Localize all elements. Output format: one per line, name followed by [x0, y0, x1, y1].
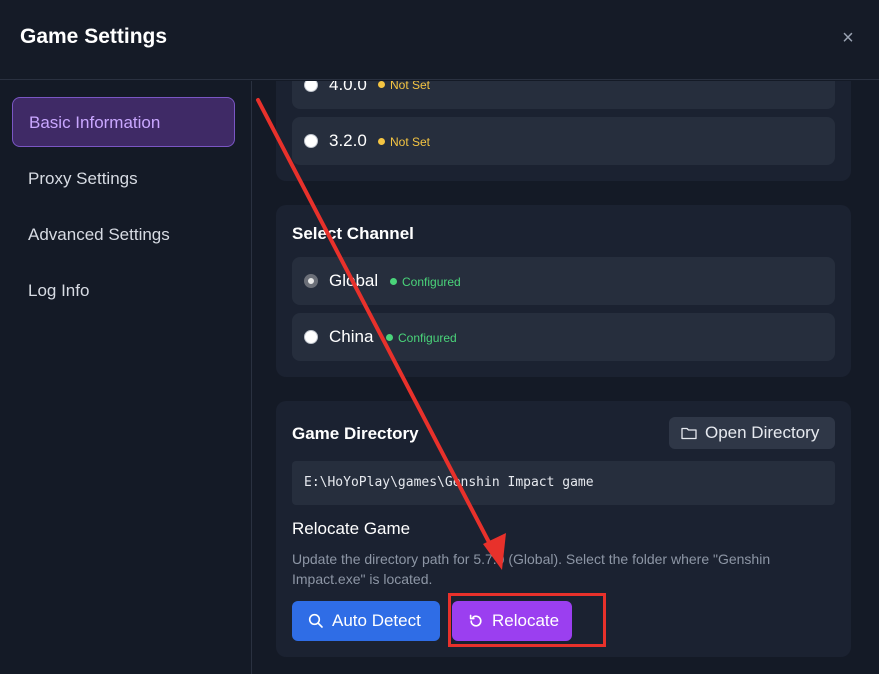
version-radio-4-0-0[interactable]	[304, 81, 318, 92]
channel-radio-global[interactable]	[304, 274, 318, 288]
open-directory-button[interactable]: Open Directory	[669, 417, 835, 449]
auto-detect-button[interactable]: Auto Detect	[292, 601, 440, 641]
channel-label: Global	[329, 271, 379, 290]
relocate-description: Update the directory path for 5.7.0 (Glo…	[292, 551, 771, 587]
dialog-title: Game Settings	[20, 25, 168, 48]
channel-label: China	[329, 327, 374, 346]
sidebar-item-log-info[interactable]: Log Info	[12, 266, 235, 316]
version-radio-3-2-0[interactable]	[304, 134, 318, 148]
folder-icon	[681, 427, 697, 440]
search-icon	[308, 613, 323, 628]
version-option-3-2-0[interactable]: 3.2.0 Not Set	[292, 117, 835, 165]
status-badge: Not Set	[378, 135, 430, 149]
status-badge: Configured	[390, 275, 461, 289]
sidebar-item-advanced-settings[interactable]: Advanced Settings	[12, 210, 235, 260]
channel-option-china[interactable]: China Configured	[292, 313, 835, 361]
relocate-label: Relocate	[492, 611, 560, 630]
version-label: 4.0.0	[329, 81, 367, 94]
directory-title: Game Directory	[292, 424, 419, 443]
status-badge: Configured	[386, 331, 457, 345]
sidebar-item-basic-information[interactable]: Basic Information	[12, 97, 235, 147]
version-card: 4.0.0 Not Set 3.2.0 Not Set	[276, 81, 851, 181]
settings-sidebar: Basic Information Proxy Settings Advance…	[0, 81, 252, 674]
channel-radio-china[interactable]	[304, 330, 318, 344]
status-badge: Not Set	[378, 81, 430, 92]
close-icon[interactable]: ×	[836, 26, 860, 50]
directory-card: Game Directory Open Directory E:\HoYoPla…	[276, 401, 851, 657]
relocate-button[interactable]: Relocate	[452, 601, 572, 641]
sidebar-item-proxy-settings[interactable]: Proxy Settings	[12, 154, 235, 204]
relocate-title: Relocate Game	[292, 519, 411, 538]
channel-title: Select Channel	[292, 224, 414, 243]
version-label: 3.2.0	[329, 131, 367, 150]
version-option-4-0-0[interactable]: 4.0.0 Not Set	[292, 81, 835, 109]
dialog-header: Game Settings ×	[0, 0, 879, 80]
channel-option-global[interactable]: Global Configured	[292, 257, 835, 305]
settings-content[interactable]: 4.0.0 Not Set 3.2.0 Not Set Select Chann…	[253, 81, 879, 674]
auto-detect-label: Auto Detect	[332, 611, 421, 630]
refresh-icon	[469, 614, 482, 627]
open-directory-label: Open Directory	[705, 423, 820, 442]
game-path-field: E:\HoYoPlay\games\Genshin Impact game	[292, 461, 835, 505]
channel-card: Select Channel Global Configured China C…	[276, 205, 851, 377]
